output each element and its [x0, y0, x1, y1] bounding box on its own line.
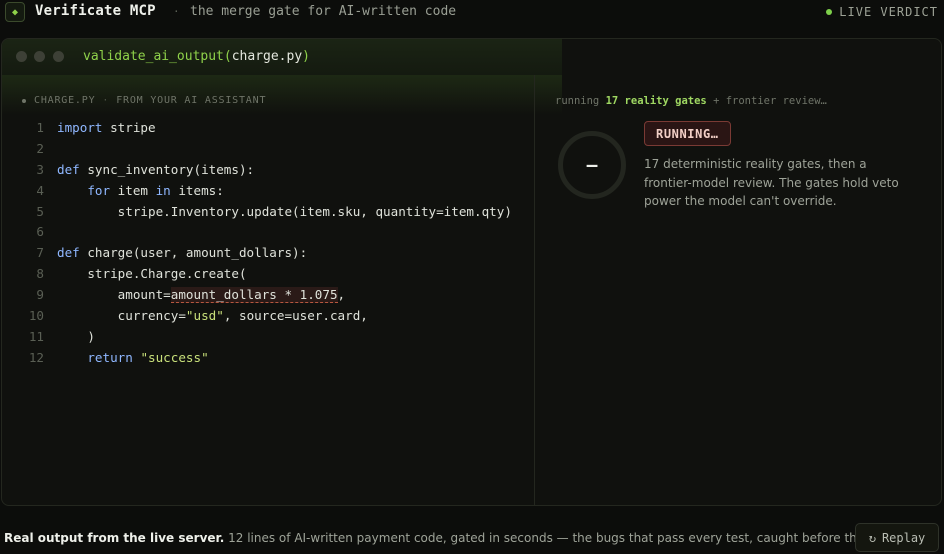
status-badge: RUNNING… [644, 121, 731, 146]
line-code: stripe.Charge.create( [57, 266, 247, 282]
line-number: 10 [28, 308, 44, 324]
line-code: for item in items: [87, 182, 224, 198]
header-separator: · [173, 5, 180, 18]
line-number: 2 [36, 140, 44, 156]
code-line: 3 def sync_inventory(items): [2, 160, 532, 181]
top-bar: ◆ Verificate MCP · the merge gate for AI… [0, 0, 944, 26]
line-code: import stripe [57, 120, 156, 135]
line-number: 3 [36, 161, 44, 177]
window-titlebar: validate_ai_output(charge.py) [2, 39, 562, 75]
footer-caption: Real output from the live server. 12 lin… [4, 531, 904, 545]
code-line: 10 currency="usd", source=user.card, [2, 306, 532, 327]
code-line: 9 amount=amount_dollars * 1.075, [2, 285, 532, 306]
window-close-dot-icon [16, 51, 27, 62]
tool-call-title: validate_ai_output(charge.py) [83, 49, 310, 64]
line-number: 5 [36, 203, 44, 219]
live-dot-icon [826, 9, 833, 15]
code-line: 4 for item in items: [2, 181, 532, 202]
file-bullet-icon [22, 98, 26, 103]
flagged-expression: amount_dollars * 1.075 [170, 287, 338, 304]
file-name: CHARGE.PY [34, 95, 96, 106]
window-minimize-dot-icon [34, 51, 45, 62]
replay-button[interactable]: ↻ Replay [855, 523, 939, 552]
line-number: 9 [36, 287, 44, 303]
replay-label: Replay [881, 530, 926, 545]
gate-status: running 17 reality gates + frontier revi… [555, 95, 827, 107]
code-line: 8 stripe.Charge.create( [2, 264, 532, 285]
live-verdict-indicator: LIVE VERDICT [826, 5, 938, 19]
line-code: def charge(user, amount_dollars): [57, 245, 308, 261]
code-line: 7 def charge(user, amount_dollars): [2, 243, 532, 264]
line-number: 1 [36, 120, 44, 135]
line-number: 6 [36, 224, 44, 240]
code-line: 12 return "success" [2, 348, 532, 369]
verdict-description: 17 deterministic reality gates, then a f… [644, 157, 899, 208]
brand-name: Verificate MCP [35, 3, 156, 19]
live-verdict-label: LIVE VERDICT [839, 5, 938, 19]
line-number: 7 [36, 245, 44, 261]
line-code: stripe.Inventory.update(item.sku, quanti… [57, 203, 512, 219]
file-label: CHARGE.PY · FROM YOUR AI ASSISTANT [22, 95, 266, 106]
progress-spinner: – [558, 131, 626, 199]
replay-icon: ↻ [868, 530, 876, 545]
code-line: 2 [2, 139, 532, 160]
code-line: 6 [2, 222, 532, 243]
line-code: amount=amount_dollars * 1.075, [57, 287, 346, 304]
code-line: 1 import stripe [2, 118, 532, 139]
line-code: ) [57, 328, 95, 344]
tagline: the merge gate for AI-written code [190, 4, 457, 19]
window-maximize-dot-icon [53, 51, 64, 62]
code-line: 11 ) [2, 327, 532, 348]
panel-divider [534, 75, 535, 505]
code-line: 5 stripe.Inventory.update(item.sku, quan… [2, 202, 532, 223]
line-number: 11 [28, 328, 44, 344]
line-code: def sync_inventory(items): [57, 161, 255, 177]
file-source: FROM YOUR AI ASSISTANT [116, 95, 267, 106]
verdict-window: validate_ai_output(charge.py) CHARGE.PY … [1, 38, 942, 506]
line-number: 4 [36, 182, 44, 198]
code-listing: 1 import stripe 2 3 def sync_inventory(items… [2, 118, 532, 369]
logo-icon: ◆ [5, 2, 25, 22]
line-number: 12 [28, 349, 44, 365]
line-number: 8 [36, 266, 44, 282]
line-code: currency="usd", source=user.card, [57, 308, 368, 324]
line-code: return "success" [87, 349, 209, 365]
